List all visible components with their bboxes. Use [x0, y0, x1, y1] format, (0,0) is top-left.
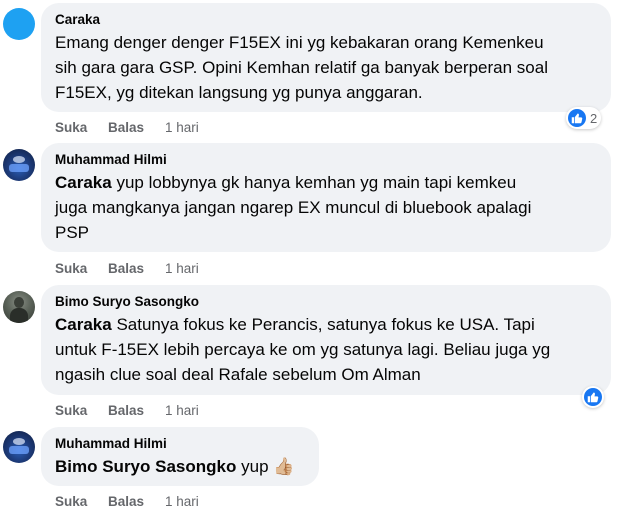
avatar[interactable]	[3, 291, 35, 323]
like-button[interactable]: Suka	[55, 261, 87, 276]
comment-text-line: Caraka Satunya fokus ke Perancis, satuny…	[55, 312, 597, 337]
comment-text-line: juga mangkanya jangan ngarep EX muncul d…	[55, 198, 532, 217]
comment-text-line: Caraka yup lobbynya gk hanya kemhan yg m…	[55, 170, 597, 195]
comment-text-line: PSP	[55, 223, 90, 242]
avatar[interactable]	[3, 8, 35, 40]
comment-author[interactable]: Muhammad Hilmi	[55, 435, 305, 452]
comment-bubble: Bimo Suryo Sasongko Caraka Satunya fokus…	[41, 285, 611, 395]
comment-text: Caraka yup lobbynya gk hanya kemhan yg m…	[55, 170, 597, 245]
comment-text-line: Bimo Suryo Sasongko yup 👍🏼	[55, 454, 305, 479]
reaction-badge[interactable]	[582, 386, 604, 408]
comment-text-line: F15EX, yg ditekan langsung yg punya angg…	[55, 83, 423, 102]
avatar[interactable]	[3, 431, 35, 463]
comment-text-segment: yup 👍🏼	[241, 457, 295, 476]
timestamp[interactable]: 1 hari	[165, 494, 199, 509]
comment-text-line: Emang denger denger F15EX ini yg kebakar…	[55, 33, 544, 52]
comment-author[interactable]: Caraka	[55, 11, 597, 28]
like-button[interactable]: Suka	[55, 494, 87, 509]
like-button[interactable]: Suka	[55, 403, 87, 418]
comment-text-segment: Satunya fokus ke Perancis, satunya fokus…	[116, 315, 535, 334]
timestamp[interactable]: 1 hari	[165, 403, 199, 418]
reaction-badge[interactable]: 2	[566, 107, 602, 129]
reaction-count: 2	[590, 110, 598, 126]
comment-author[interactable]: Bimo Suryo Sasongko	[55, 293, 597, 310]
comment-text: Emang denger denger F15EX ini yg kebakar…	[55, 30, 597, 105]
comment-bubble: Caraka Emang denger denger F15EX ini yg …	[41, 3, 611, 112]
comment-bubble: Muhammad Hilmi Bimo Suryo Sasongko yup 👍…	[41, 427, 319, 486]
comment-author[interactable]: Muhammad Hilmi	[55, 151, 597, 168]
reply-button[interactable]: Balas	[108, 120, 144, 135]
comment-text: Bimo Suryo Sasongko yup 👍🏼	[55, 454, 305, 479]
like-icon	[568, 109, 586, 127]
avatar[interactable]	[3, 149, 35, 181]
reply-button[interactable]: Balas	[108, 261, 144, 276]
comment-bubble: Muhammad Hilmi Caraka yup lobbynya gk ha…	[41, 143, 611, 252]
timestamp[interactable]: 1 hari	[165, 261, 199, 276]
mention-link[interactable]: Caraka	[55, 315, 112, 334]
mention-link[interactable]: Bimo Suryo Sasongko	[55, 457, 236, 476]
mention-link[interactable]: Caraka	[55, 173, 112, 192]
comment-text: Caraka Satunya fokus ke Perancis, satuny…	[55, 312, 597, 387]
reply-button[interactable]: Balas	[108, 494, 144, 509]
timestamp[interactable]: 1 hari	[165, 120, 199, 135]
comment-text-line: sih gara gara GSP. Opini Kemhan relatif …	[55, 58, 548, 77]
comment-text-line: ngasih clue soal deal Rafale sebelum Om …	[55, 365, 421, 384]
comment-text-segment: yup lobbynya gk hanya kemhan yg main tap…	[116, 173, 517, 192]
comment-text-line: untuk F-15EX lebih percaya ke om yg satu…	[55, 340, 551, 359]
like-button[interactable]: Suka	[55, 120, 87, 135]
like-icon	[584, 388, 602, 406]
reply-button[interactable]: Balas	[108, 403, 144, 418]
